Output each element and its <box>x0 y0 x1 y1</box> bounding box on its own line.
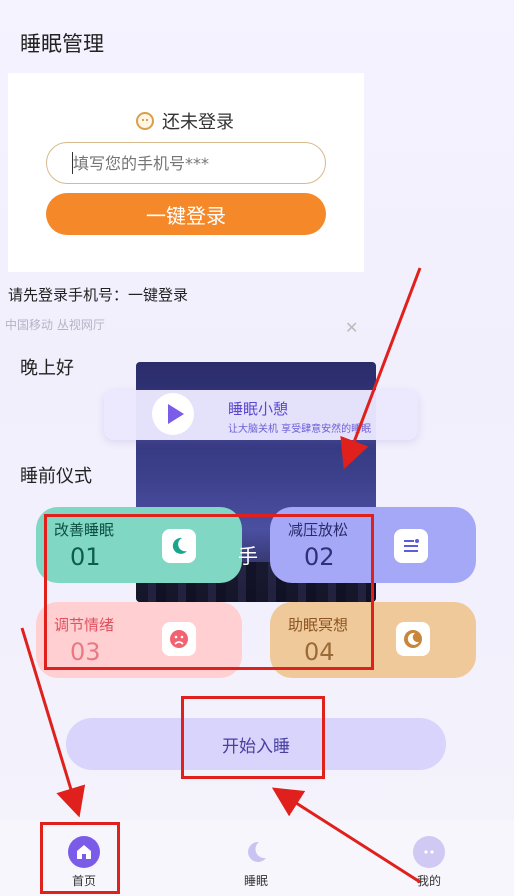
annotation-arrows <box>20 267 422 884</box>
